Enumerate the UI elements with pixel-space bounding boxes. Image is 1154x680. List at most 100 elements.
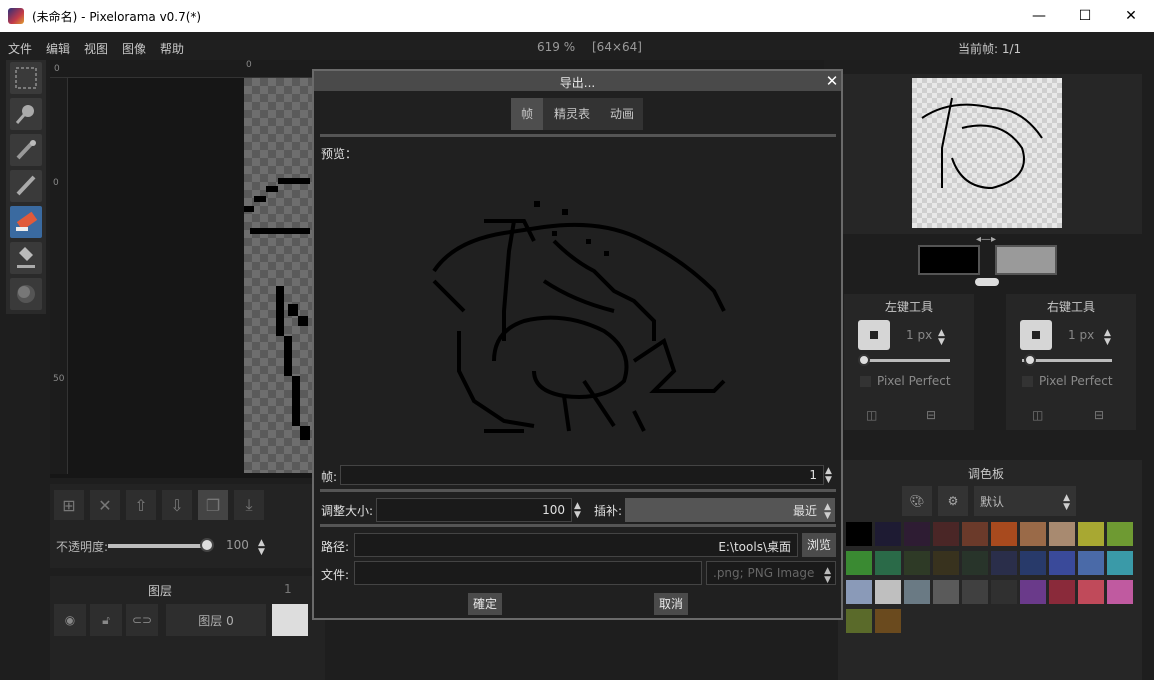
left-mirror-h-icon[interactable]: ◫ — [866, 408, 877, 422]
right-brush-button[interactable] — [1020, 320, 1052, 350]
bucket-tool[interactable] — [10, 242, 42, 274]
menu-edit[interactable]: 编辑 — [46, 40, 70, 57]
path-input[interactable]: E:\tools\桌面 — [354, 533, 798, 557]
palette-swatch[interactable] — [1107, 522, 1133, 546]
palette-swatch[interactable] — [846, 522, 872, 546]
left-size-slider-handle[interactable] — [858, 354, 870, 366]
confirm-button[interactable]: 確定 — [468, 593, 502, 615]
palette-swatch[interactable] — [1107, 551, 1133, 575]
right-size-slider-handle[interactable] — [1024, 354, 1036, 366]
palette-swatch[interactable] — [933, 522, 959, 546]
palette-swatch[interactable] — [1020, 551, 1046, 575]
close-window-button[interactable]: ✕ — [1108, 0, 1154, 32]
palette-swatch[interactable] — [1078, 551, 1104, 575]
browse-button[interactable]: 浏览 — [802, 533, 836, 557]
add-palette-button[interactable]: 🎨︎ — [902, 486, 932, 516]
frame-spinner[interactable]: ▲ ▼ — [825, 467, 832, 485]
eraser-tool[interactable] — [10, 206, 42, 238]
right-pixel-perfect-checkbox[interactable]: Pixel Perfect — [1022, 374, 1113, 388]
minimize-button[interactable]: — — [1016, 0, 1062, 32]
tab-frame[interactable]: 帧 — [511, 98, 543, 130]
shading-tool[interactable] — [10, 278, 42, 310]
palette-swatch[interactable] — [875, 522, 901, 546]
palette-swatch[interactable] — [846, 551, 872, 575]
palette-swatch[interactable] — [933, 551, 959, 575]
swap-colors-icon[interactable]: ◂—▸ — [976, 234, 996, 245]
edit-palette-button[interactable]: ⚙ — [938, 486, 968, 516]
menu-view[interactable]: 视图 — [84, 40, 108, 57]
left-color-swatch[interactable] — [918, 245, 980, 275]
palette-swatch[interactable] — [875, 580, 901, 604]
move-up-button[interactable]: ⇧ — [126, 490, 156, 520]
clone-frame-button[interactable]: ❐ — [198, 490, 228, 520]
layer-visibility-toggle[interactable]: ◉ — [54, 604, 86, 636]
layer-lock-toggle[interactable]: 🔓︎ — [90, 604, 122, 636]
layer-name[interactable]: 图层 0 — [166, 604, 266, 636]
palette-swatch[interactable] — [962, 551, 988, 575]
right-color-swatch[interactable] — [995, 245, 1057, 275]
palette-swatch[interactable] — [904, 522, 930, 546]
opacity-slider-handle[interactable] — [200, 538, 214, 552]
palette-swatch[interactable] — [904, 580, 930, 604]
palette-swatch[interactable] — [875, 609, 901, 633]
rect-select-tool[interactable] — [10, 62, 42, 94]
reset-colors-toggle[interactable] — [975, 278, 999, 286]
layer-cel-thumbnail[interactable] — [272, 604, 308, 636]
pencil-tool[interactable] — [10, 170, 42, 202]
cancel-button[interactable]: 取消 — [654, 593, 688, 615]
menu-help[interactable]: 帮助 — [160, 40, 184, 57]
palette-swatch[interactable] — [1049, 580, 1075, 604]
palette-swatch[interactable] — [1020, 580, 1046, 604]
layer-link-toggle[interactable]: ⊂⊃ — [126, 604, 158, 636]
right-size-spinner[interactable]: ▲ ▼ — [1104, 329, 1111, 347]
palette-swatch[interactable] — [962, 580, 988, 604]
zoom-tool[interactable] — [10, 98, 42, 130]
right-mirror-h-icon[interactable]: ◫ — [1032, 408, 1043, 422]
palette-swatch[interactable] — [1078, 580, 1104, 604]
left-pixel-perfect-checkbox[interactable]: Pixel Perfect — [860, 374, 951, 388]
color-picker-tool[interactable] — [10, 134, 42, 166]
interpolation-select[interactable]: 最近 ▲ ▼ — [625, 498, 835, 522]
palette-select[interactable]: 默认 ▲ ▼ — [974, 486, 1076, 516]
move-down-button[interactable]: ⇩ — [162, 490, 192, 520]
delete-frame-button[interactable]: ✕ — [90, 490, 120, 520]
add-frame-button[interactable]: ⊞ — [54, 490, 84, 520]
palette-swatch[interactable] — [846, 580, 872, 604]
file-name-input[interactable] — [354, 561, 702, 585]
palette-swatch[interactable] — [904, 551, 930, 575]
menu-image[interactable]: 图像 — [122, 40, 146, 57]
palette-swatch[interactable] — [1049, 551, 1075, 575]
palette-swatch[interactable] — [991, 580, 1017, 604]
opacity-spinner[interactable]: ▲ ▼ — [258, 539, 265, 557]
resize-spinner[interactable]: ▲ ▼ — [574, 502, 581, 520]
left-mirror-v-icon[interactable]: ⊟ — [926, 408, 936, 422]
left-brush-size[interactable]: 1 px — [906, 328, 932, 342]
maximize-button[interactable]: ☐ — [1062, 0, 1108, 32]
frame-spinbox[interactable]: 1 — [340, 465, 824, 485]
left-brush-button[interactable] — [858, 320, 890, 350]
tab-spritesheet[interactable]: 精灵表 — [547, 98, 597, 130]
menu-file[interactable]: 文件 — [8, 40, 32, 57]
palette-swatch[interactable] — [1049, 522, 1075, 546]
palette-swatch[interactable] — [846, 609, 872, 633]
palette-swatch[interactable] — [991, 522, 1017, 546]
palette-swatch[interactable] — [875, 551, 901, 575]
opacity-value[interactable]: 100 — [226, 538, 249, 552]
left-size-slider[interactable] — [860, 359, 950, 362]
palette-swatch[interactable] — [933, 580, 959, 604]
palette-swatch[interactable] — [1078, 522, 1104, 546]
palette-swatch[interactable] — [991, 551, 1017, 575]
palette-swatch[interactable] — [962, 522, 988, 546]
dialog-close-button[interactable]: ✕ — [824, 72, 840, 90]
left-size-spinner[interactable]: ▲ ▼ — [938, 329, 945, 347]
right-brush-size[interactable]: 1 px — [1068, 328, 1094, 342]
palette-swatch[interactable] — [1020, 522, 1046, 546]
tab-animation[interactable]: 动画 — [601, 98, 643, 130]
right-mirror-v-icon[interactable]: ⊟ — [1094, 408, 1104, 422]
palette-swatch[interactable] — [1107, 580, 1133, 604]
merge-down-button[interactable]: ⤓ — [234, 490, 264, 520]
resize-spinbox[interactable]: 100 — [376, 498, 572, 522]
opacity-slider[interactable] — [108, 544, 208, 548]
file-type-select[interactable]: .png; PNG Image ▲ ▼ — [706, 561, 836, 585]
lock-icon: 🔓︎ — [102, 612, 110, 627]
